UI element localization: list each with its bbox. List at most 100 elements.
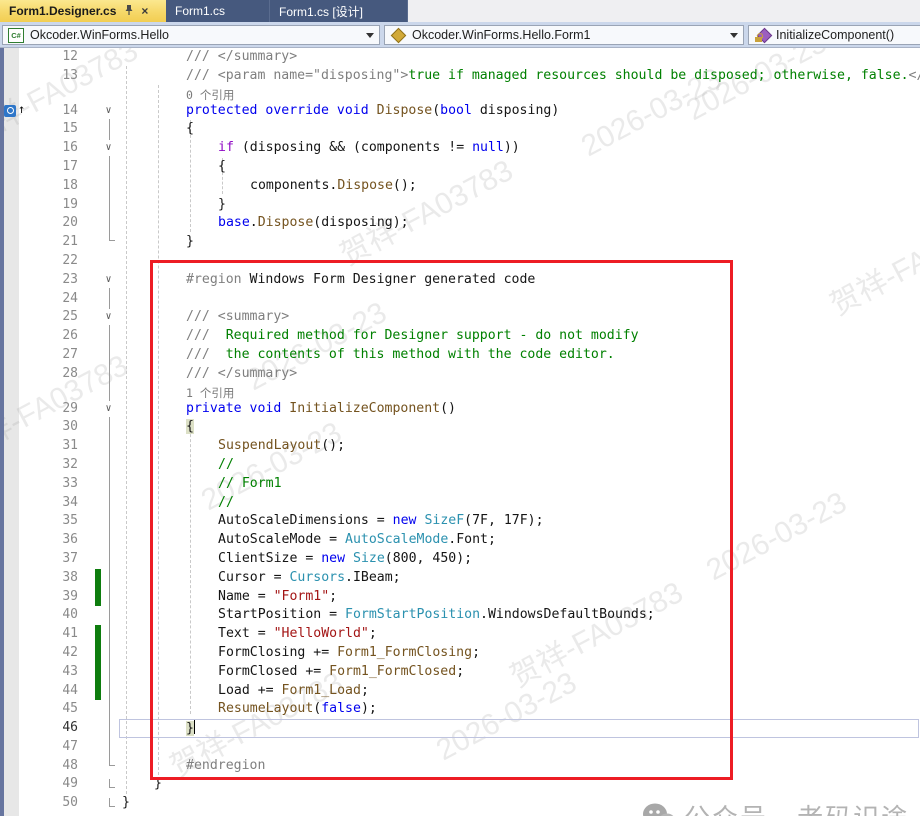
code-editor[interactable]: 贺祥-FA03783贺祥-FA037832026-03-232026-03-23… [0, 48, 920, 816]
code-navigation-bar: C# Okcoder.WinForms.Hello Okcoder.WinFor… [0, 22, 920, 48]
line-number: 30 [44, 419, 78, 434]
wechat-icon [642, 802, 676, 816]
change-tracking-bar [95, 625, 101, 644]
code-text: /// </summary> [186, 49, 297, 64]
line-number: 35 [44, 513, 78, 528]
code-line[interactable]: 19} [0, 196, 920, 215]
change-tracking-bar [95, 569, 101, 588]
fold-chevron-icon[interactable]: ∨ [101, 272, 116, 288]
line-number: 48 [44, 758, 78, 773]
change-tracking-bar [95, 682, 101, 701]
code-text: { [218, 159, 226, 174]
code-text: components.Dispose(); [250, 178, 417, 193]
code-text: protected override void Dispose(bool dis… [186, 103, 559, 118]
line-number: 16 [44, 140, 78, 155]
line-number: 34 [44, 495, 78, 510]
line-number: 37 [44, 551, 78, 566]
code-line[interactable]: 20 base.Dispose(disposing); [0, 214, 920, 233]
line-number: 29 [44, 401, 78, 416]
wechat-watermark-text: 公众号 · 老码识途 [684, 798, 909, 816]
line-number: 49 [44, 776, 78, 791]
line-number: 24 [44, 291, 78, 306]
left-edge-stripe [0, 48, 4, 816]
fold-chevron-icon[interactable]: ∨ [101, 401, 116, 417]
code-text: /// <param name="disposing">true if mana… [186, 68, 920, 83]
change-tracking-bar [95, 663, 101, 682]
line-number: 20 [44, 215, 78, 230]
tab-label: Form1.Designer.cs [9, 4, 116, 18]
line-number: 42 [44, 645, 78, 660]
line-number: 43 [44, 664, 78, 679]
code-line[interactable]: 15 { [0, 120, 920, 139]
code-line[interactable]: 18 components.Dispose(); [0, 177, 920, 196]
line-number: 39 [44, 589, 78, 604]
change-tracking-bar [95, 588, 101, 607]
tab-label: Form1.cs [175, 4, 225, 18]
code-line[interactable]: 21} [0, 233, 920, 252]
fold-chevron-icon[interactable]: ∨ [101, 309, 116, 325]
wechat-watermark: 公众号 · 老码识途 [642, 798, 909, 816]
line-number: 26 [44, 328, 78, 343]
line-number: 33 [44, 476, 78, 491]
code-text: 0 个引用 [186, 87, 234, 103]
code-line[interactable]: 12 /// </summary> [0, 48, 920, 67]
fold-chevron-icon[interactable]: ∨ [101, 140, 116, 156]
close-icon[interactable]: × [141, 5, 148, 17]
override-indicator-icon[interactable] [4, 105, 16, 117]
class-icon [391, 27, 407, 43]
code-line[interactable]: 16∨if (disposing && (components != null)… [0, 139, 920, 158]
fold-chevron-icon[interactable]: ∨ [101, 103, 116, 119]
code-text: { [186, 121, 194, 136]
tab-label: Form1.cs [设计] [279, 3, 363, 20]
line-number: 13 [44, 68, 78, 83]
line-number: 18 [44, 178, 78, 193]
line-number: 47 [44, 739, 78, 754]
pin-icon[interactable] [124, 4, 134, 19]
line-number: 27 [44, 347, 78, 362]
type-dropdown[interactable]: Okcoder.WinForms.Hello.Form1 [384, 25, 744, 45]
line-number: 46 [44, 720, 78, 735]
code-line[interactable]: 17 { [0, 158, 920, 177]
line-number: 45 [44, 701, 78, 716]
up-arrow-icon: ↑ [18, 102, 25, 116]
codelens-row[interactable]: 0 个引用 [0, 86, 920, 102]
line-number: 41 [44, 626, 78, 641]
chevron-down-icon [730, 33, 738, 38]
line-number: 50 [44, 795, 78, 810]
code-text: base.Dispose(disposing); [218, 215, 409, 230]
line-number: 38 [44, 570, 78, 585]
tab-form1-designer-cs[interactable]: Form1.Designer.cs × [0, 0, 166, 22]
line-number: 21 [44, 234, 78, 249]
line-number: 25 [44, 309, 78, 324]
line-number: 22 [44, 253, 78, 268]
visual-studio-editor-window: Form1.Designer.cs × Form1.cs Form1.cs [设… [0, 0, 920, 816]
line-number: 19 [44, 197, 78, 212]
line-number: 31 [44, 438, 78, 453]
project-dropdown[interactable]: C# Okcoder.WinForms.Hello [2, 25, 380, 45]
csharp-project-icon: C# [8, 28, 24, 43]
line-number: 36 [44, 532, 78, 547]
project-dropdown-label: Okcoder.WinForms.Hello [30, 28, 360, 42]
code-text: } [122, 795, 130, 810]
line-number: 28 [44, 366, 78, 381]
line-number: 15 [44, 121, 78, 136]
tab-form1-cs-design[interactable]: Form1.cs [设计] [270, 0, 408, 22]
line-number: 17 [44, 159, 78, 174]
member-dropdown[interactable]: InitializeComponent() [748, 25, 920, 45]
code-text: } [218, 197, 226, 212]
document-tab-bar: Form1.Designer.cs × Form1.cs Form1.cs [设… [0, 0, 920, 22]
code-line[interactable]: 13 /// <param name="disposing">true if ma… [0, 67, 920, 86]
tab-form1-cs[interactable]: Form1.cs [166, 0, 270, 22]
private-method-icon [754, 28, 772, 42]
red-annotation-rectangle [150, 260, 733, 780]
line-number: 40 [44, 607, 78, 622]
line-number: 32 [44, 457, 78, 472]
member-dropdown-label: InitializeComponent() [776, 28, 915, 42]
line-number: 44 [44, 683, 78, 698]
line-number: 23 [44, 272, 78, 287]
chevron-down-icon [366, 33, 374, 38]
code-line[interactable]: 14 ↑ ∨ protected override void Dispose(bool… [0, 102, 920, 121]
line-number: 12 [44, 49, 78, 64]
change-tracking-bar [95, 644, 101, 663]
line-number: 14 [44, 103, 78, 118]
